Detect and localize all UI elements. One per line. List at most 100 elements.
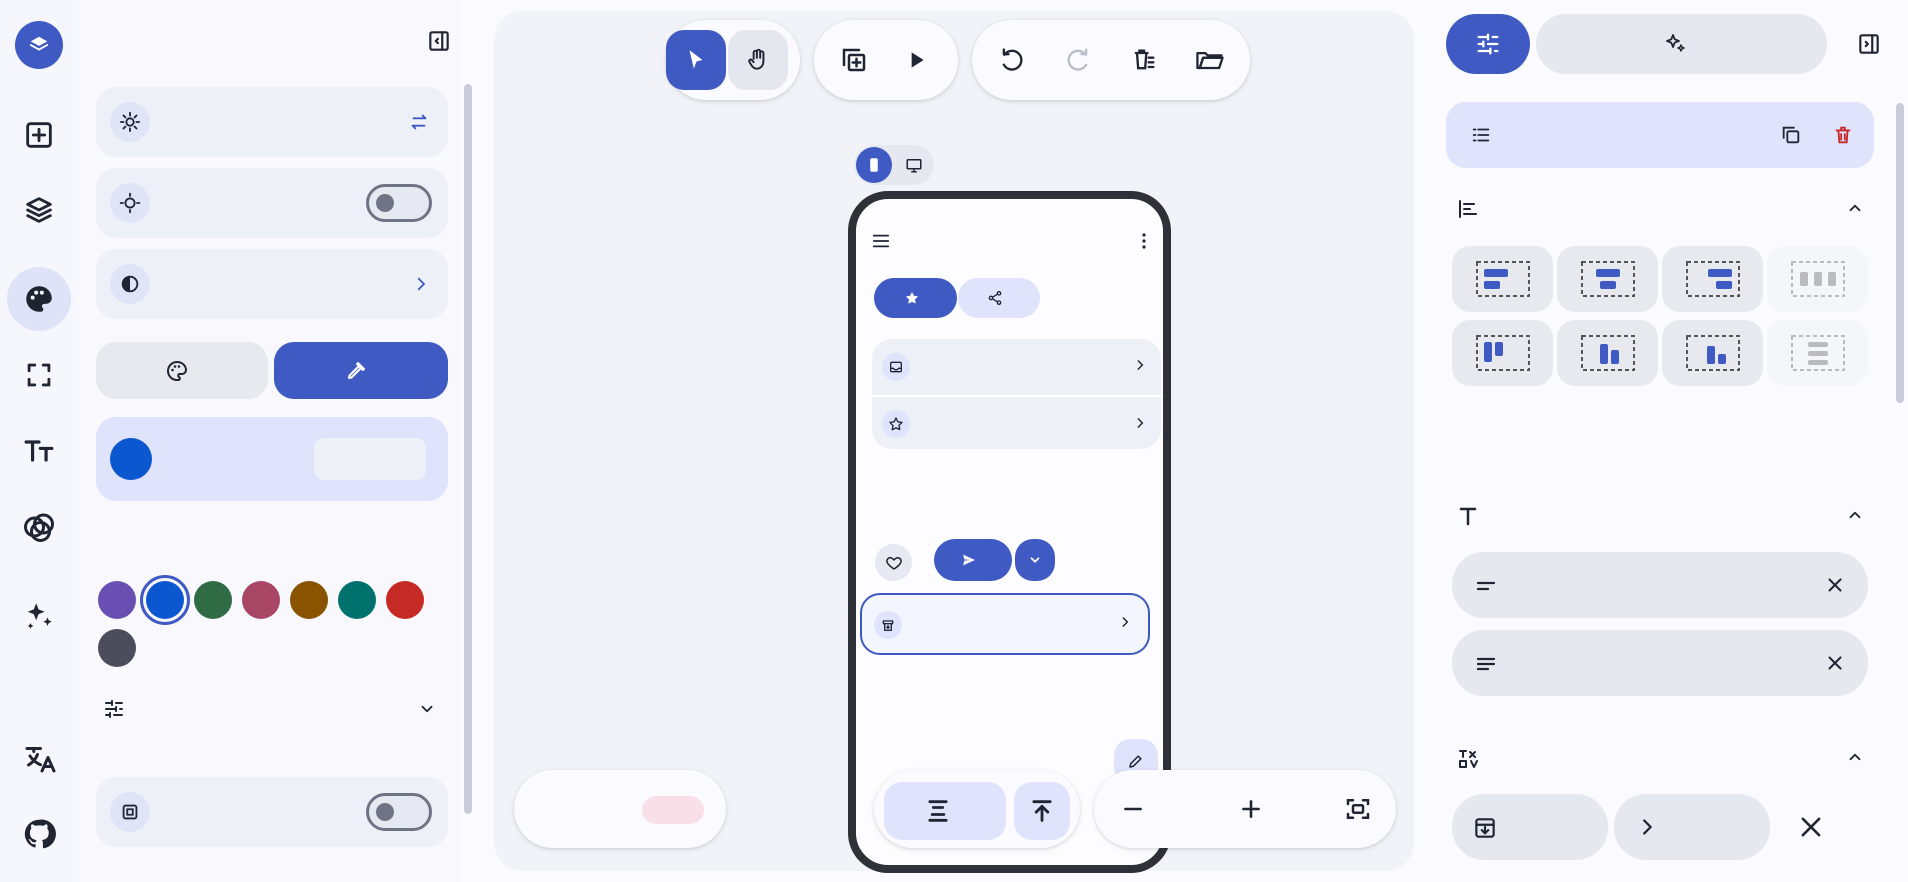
text-item-title[interactable] [1452, 552, 1868, 618]
align-top-left-icon [1475, 261, 1530, 297]
seed-color-swatch[interactable] [110, 438, 152, 480]
zoom-in-button[interactable] [1236, 794, 1266, 824]
fit-screen-button[interactable] [1340, 791, 1376, 827]
rail-palette-button[interactable] [7, 267, 71, 331]
align-top-left-button[interactable] [1452, 246, 1553, 312]
delete-component-button[interactable] [1828, 120, 1858, 150]
dynamic-color-icon [110, 792, 150, 832]
organize-button[interactable] [884, 782, 1006, 840]
fine-tune-row[interactable] [102, 694, 436, 724]
export-button[interactable] [1014, 782, 1070, 840]
fit-screen-icon [1346, 799, 1370, 819]
text-section-header[interactable] [1456, 498, 1864, 534]
rail-typography-button[interactable] [7, 419, 71, 483]
copy-component-button[interactable] [1776, 120, 1806, 150]
heart-icon [885, 556, 902, 570]
distribute-horizontal-icon [1790, 261, 1845, 297]
left-icon-chip[interactable] [1452, 794, 1608, 860]
dynamic-color-help-text [102, 858, 436, 882]
selected-list-item[interactable] [860, 593, 1150, 655]
duplicate-button[interactable] [824, 30, 884, 90]
preset-color-teal[interactable] [338, 581, 376, 619]
list-row-starred[interactable] [872, 395, 1161, 451]
more-vertical-icon[interactable] [1142, 232, 1146, 250]
close-icon[interactable] [1824, 652, 1846, 674]
clear-icons-button[interactable] [1794, 810, 1828, 844]
send-button[interactable] [934, 539, 1012, 581]
preset-color-slate[interactable] [98, 629, 136, 667]
align-top-center-button[interactable] [1557, 246, 1658, 312]
rail-add-button[interactable] [7, 103, 71, 167]
contrast-value [404, 275, 430, 293]
close-icon [1801, 817, 1821, 837]
preset-color-green[interactable] [194, 581, 232, 619]
align-bottom-stretch-button[interactable] [1767, 320, 1868, 386]
align-top-right-button[interactable] [1662, 246, 1763, 312]
zoom-out-button[interactable] [1118, 794, 1148, 824]
rail-layers-button[interactable] [7, 178, 71, 242]
list-row-inbox[interactable] [872, 339, 1161, 395]
mobile-view-button[interactable] [856, 147, 892, 183]
rail-shapes-button[interactable] [7, 495, 71, 559]
app-root [0, 0, 1908, 882]
dynamic-color-toggle[interactable] [366, 793, 432, 831]
desktop-view-button[interactable] [896, 147, 932, 183]
cursor-icon [689, 50, 703, 69]
seed-color-hex-input[interactable] [314, 438, 426, 480]
rail-github-button[interactable] [7, 802, 71, 866]
right-panel-scrollbar[interactable] [1896, 103, 1904, 403]
clear-button[interactable] [1114, 30, 1174, 90]
properties-tab[interactable] [1446, 14, 1530, 74]
right-icon-chip[interactable] [1614, 794, 1770, 860]
zoom-controls [1094, 770, 1396, 848]
custom-segment[interactable] [274, 342, 448, 399]
palette-segment[interactable] [96, 342, 268, 399]
align-bottom-right-button[interactable] [1662, 320, 1763, 386]
contrast-icon [110, 264, 150, 304]
share-chip[interactable] [958, 278, 1040, 318]
preset-color-blue[interactable] [140, 575, 190, 625]
favorite-chip[interactable] [874, 278, 957, 318]
preset-color-amber[interactable] [290, 581, 328, 619]
theme-mode-card[interactable] [96, 87, 448, 157]
dark-mode-toggle[interactable] [366, 184, 432, 222]
text-item-supporting[interactable] [1452, 630, 1868, 696]
left-panel-scrollbar[interactable] [464, 84, 472, 814]
preset-color-rose[interactable] [242, 581, 280, 619]
align-section-header[interactable] [1456, 191, 1864, 227]
send-menu-button[interactable] [1015, 539, 1055, 581]
theme-mode-value[interactable] [400, 111, 430, 133]
prompt-tab[interactable] [1536, 14, 1827, 74]
redo-icon [1067, 48, 1088, 71]
device-toggle [854, 145, 934, 185]
redo-button[interactable] [1048, 30, 1108, 90]
favorite-icon-button[interactable] [875, 544, 912, 581]
icon-section-header[interactable] [1456, 740, 1864, 776]
select-tool-button[interactable] [666, 30, 726, 90]
rail-ai-button[interactable] [7, 584, 71, 648]
play-button[interactable] [886, 30, 946, 90]
menu-icon[interactable] [872, 233, 890, 249]
rail-language-button[interactable] [7, 727, 71, 791]
selection-icon [27, 363, 51, 387]
contrast-card[interactable] [96, 249, 448, 319]
chevron-down-icon [421, 705, 433, 713]
swap-icon [411, 114, 427, 130]
palette-small-icon [167, 360, 188, 381]
align-top-stretch-button[interactable] [1767, 246, 1868, 312]
close-icon[interactable] [1824, 574, 1846, 596]
copy-icon [1782, 126, 1800, 144]
collapse-left-panel-button[interactable] [424, 26, 454, 56]
preset-color-red[interactable] [386, 581, 424, 619]
undo-button[interactable] [982, 30, 1042, 90]
chevron-right-icon [1643, 819, 1652, 835]
rail-selection-button[interactable] [7, 343, 71, 407]
align-bottom-left-button[interactable] [1452, 320, 1553, 386]
collapse-right-panel-button[interactable] [1854, 29, 1884, 59]
hand-tool-button[interactable] [728, 30, 788, 90]
open-folder-button[interactable] [1180, 30, 1240, 90]
app-logo[interactable] [15, 21, 63, 69]
distribute-vertical-icon [1790, 335, 1845, 371]
preset-color-purple[interactable] [98, 581, 136, 619]
align-bottom-center-button[interactable] [1557, 320, 1658, 386]
